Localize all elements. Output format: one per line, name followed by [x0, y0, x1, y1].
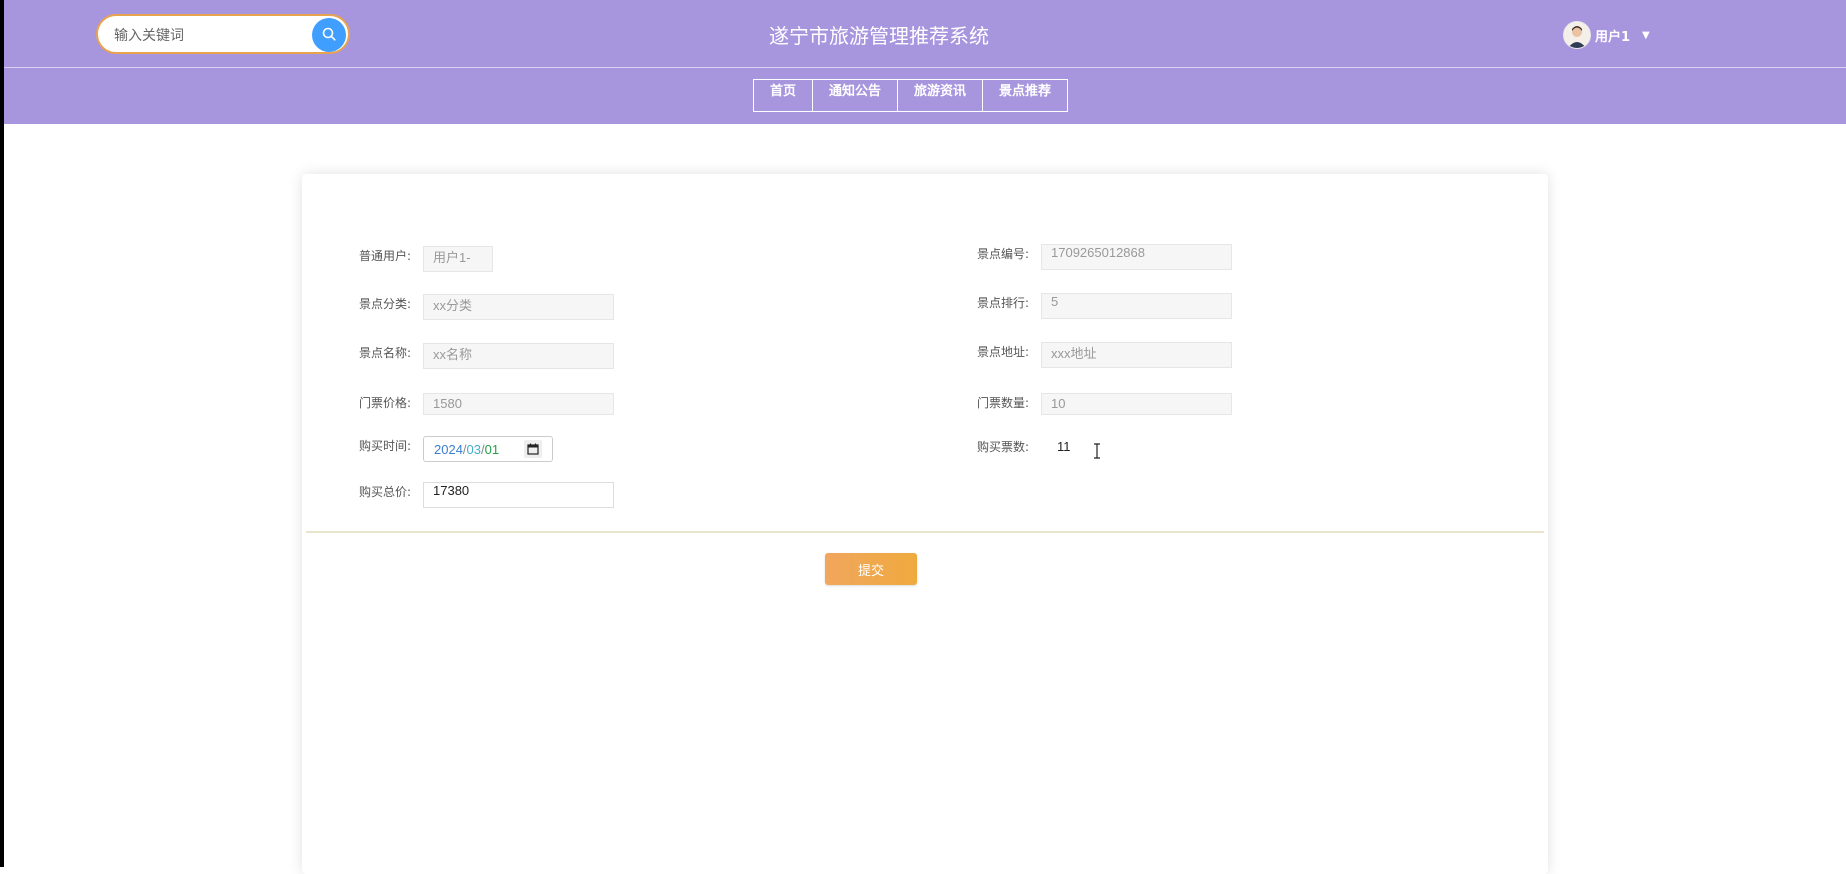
nav-item-notices[interactable]: 通知公告: [812, 79, 899, 112]
spot-no-input[interactable]: 1709265012868: [1041, 244, 1232, 270]
rank-label: 景点排行:: [977, 296, 1030, 310]
purchase-qty-field: 购买票数: 11: [977, 437, 1071, 457]
total-field: 购买总价: 17380: [359, 482, 614, 508]
stock-input[interactable]: 10: [1041, 393, 1232, 415]
nav-item-home[interactable]: 首页: [753, 79, 814, 112]
nav-item-travel-news[interactable]: 旅游资讯: [897, 79, 984, 112]
nav-item-spot-recommend[interactable]: 景点推荐: [982, 79, 1069, 112]
purchase-qty-label: 购买票数:: [977, 440, 1030, 454]
price-label: 门票价格:: [359, 396, 412, 410]
address-field: 景点地址: xxx地址: [977, 342, 1232, 368]
category-input[interactable]: xx分类: [423, 294, 614, 320]
search-button[interactable]: [312, 18, 346, 52]
search-icon: [322, 26, 336, 45]
rank-field: 景点排行: 5: [977, 293, 1232, 319]
form-divider: [306, 531, 1544, 533]
calendar-icon[interactable]: [524, 440, 542, 458]
text-cursor-icon: [1093, 443, 1101, 463]
category-label: 景点分类:: [359, 297, 412, 311]
purchase-time-label: 购买时间:: [359, 439, 412, 453]
window-edge: [0, 0, 4, 867]
name-input[interactable]: xx名称: [423, 343, 614, 369]
spot-no-field: 景点编号: 1709265012868: [977, 244, 1232, 270]
user-field: 普通用户: 用户1-: [359, 246, 493, 272]
total-input[interactable]: 17380: [423, 482, 614, 508]
date-year: 2024: [434, 441, 463, 457]
user-menu[interactable]: 用户1 ▼: [1563, 20, 1650, 50]
purchase-time-field: 购买时间: 2024 / 03 / 01: [359, 436, 553, 462]
avatar: [1563, 21, 1591, 49]
main-nav: 首页 通知公告 旅游资讯 景点推荐: [753, 79, 1069, 112]
spot-no-label: 景点编号:: [977, 247, 1030, 261]
rank-input[interactable]: 5: [1041, 293, 1232, 319]
date-day: 01: [484, 441, 500, 457]
name-label: 景点名称:: [359, 346, 412, 360]
search-input[interactable]: [112, 24, 301, 46]
header-divider: [4, 67, 1846, 68]
address-input[interactable]: xxx地址: [1041, 342, 1232, 368]
address-label: 景点地址:: [977, 345, 1030, 359]
search-box: [96, 14, 350, 54]
price-field: 门票价格: 1580: [359, 393, 614, 415]
total-label: 购买总价:: [359, 485, 412, 499]
chevron-down-icon: ▼: [1642, 29, 1650, 41]
user-label: 普通用户:: [359, 249, 412, 263]
order-form-card: [302, 174, 1548, 874]
user-input[interactable]: 用户1-: [423, 246, 493, 272]
stock-label: 门票数量:: [977, 396, 1030, 410]
stock-field: 门票数量: 10: [977, 393, 1232, 415]
name-field: 景点名称: xx名称: [359, 343, 614, 369]
user-name: 用户1: [1595, 29, 1631, 45]
purchase-qty-input[interactable]: 11: [1057, 437, 1071, 457]
date-month: 03: [466, 441, 482, 457]
category-field: 景点分类: xx分类: [359, 294, 614, 320]
price-input[interactable]: 1580: [423, 393, 614, 415]
site-title: 遂宁市旅游管理推荐系统: [769, 24, 989, 48]
submit-button[interactable]: 提交: [825, 553, 917, 585]
purchase-date-input[interactable]: 2024 / 03 / 01: [423, 436, 553, 462]
